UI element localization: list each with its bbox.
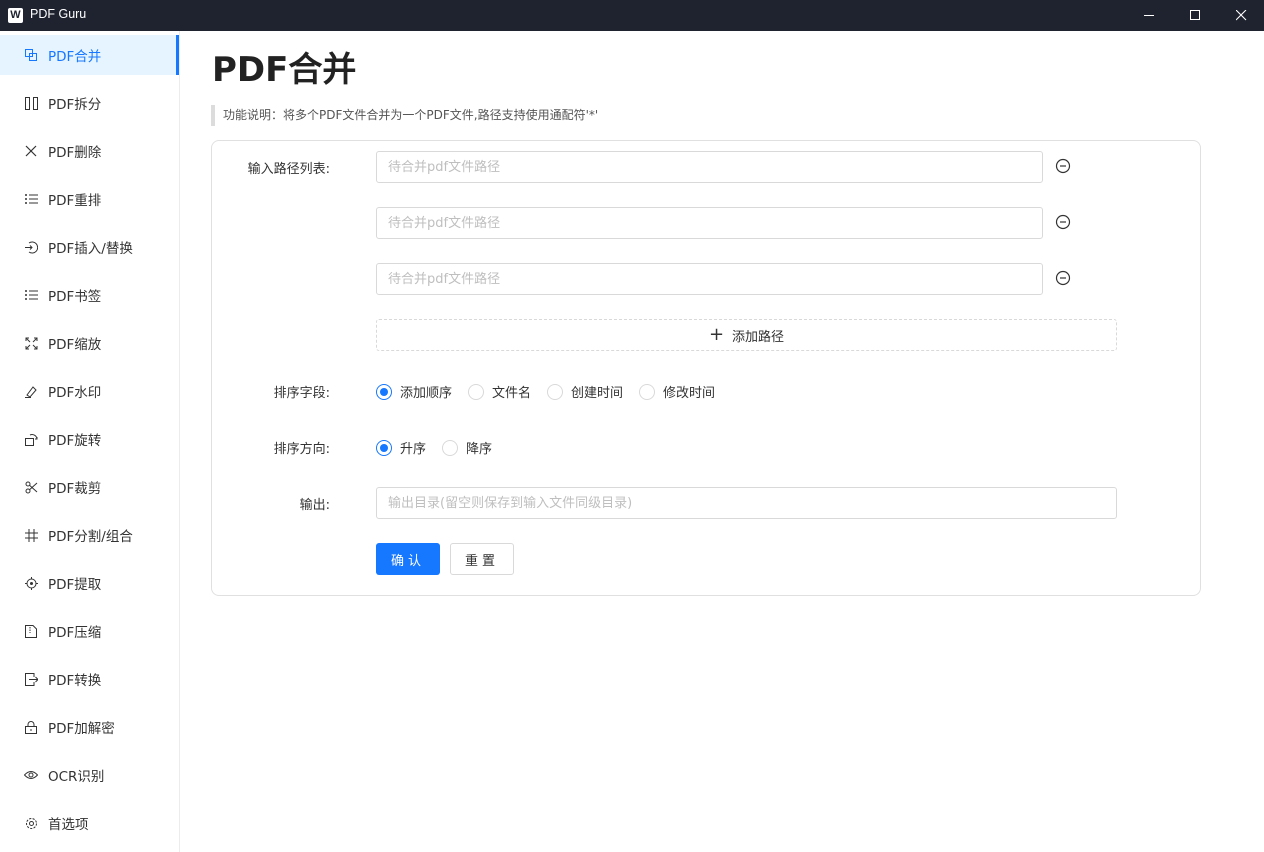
gear-icon (24, 816, 38, 830)
plus-icon: + (708, 324, 725, 345)
insert-icon (24, 240, 38, 254)
sidebar-item-split[interactable]: PDF拆分 (0, 83, 179, 123)
remove-path-1-icon[interactable] (1055, 158, 1071, 174)
sidebar-item-insert[interactable]: PDF插入/替换 (0, 227, 179, 267)
window-title: PDF Guru (30, 7, 87, 21)
sidebar-item-ocr[interactable]: OCR识别 (0, 755, 179, 795)
page-title: PDF合并 (212, 50, 357, 90)
sidebar-item-label: PDF合并 (48, 49, 102, 65)
export-icon (24, 672, 38, 686)
sidebar-item-label: PDF提取 (48, 577, 102, 593)
sidebar-item-label: 首选项 (48, 817, 89, 833)
sidebar-item-label: PDF压缩 (48, 625, 102, 641)
output-directory-field[interactable] (376, 487, 1117, 519)
radio-label: 文件名 (492, 386, 532, 401)
radio-unchecked-icon (442, 439, 459, 456)
input-path-field-2[interactable] (376, 207, 1043, 239)
sidebar-item-label: OCR识别 (48, 769, 105, 785)
sidebar-item-delete[interactable]: PDF删除 (0, 131, 179, 171)
radio-checked-icon (376, 383, 392, 400)
sort-field-radio-group: 添加顺序 文件名 创建时间 修改时间 (376, 382, 731, 401)
remove-path-2-icon[interactable] (1055, 214, 1071, 230)
watermark-pen-icon (24, 384, 38, 398)
sort-field-label: 排序字段: (273, 386, 330, 401)
title-bar: W PDF Guru (0, 0, 1264, 31)
sidebar-item-watermark[interactable]: PDF水印 (0, 371, 179, 411)
sidebar-item-label: PDF拆分 (48, 97, 102, 113)
scissors-icon (24, 480, 38, 494)
radio-unchecked-icon (639, 383, 656, 400)
sidebar-item-preferences[interactable]: 首选项 (0, 803, 179, 843)
sidebar-item-reorder[interactable]: PDF重排 (0, 179, 179, 219)
delete-x-icon (24, 144, 38, 158)
maximize-icon (1189, 10, 1200, 20)
confirm-button[interactable]: 确认 (376, 543, 440, 575)
sidebar-item-label: PDF旋转 (48, 433, 102, 449)
radio-unchecked-icon (468, 383, 485, 400)
sidebar-item-label: PDF书签 (48, 289, 102, 305)
sort-direction-option-asc[interactable]: 升序 (376, 438, 426, 457)
radio-label: 升序 (400, 442, 427, 457)
sort-field-option-modified[interactable]: 修改时间 (639, 382, 715, 401)
sidebar-item-label: PDF加解密 (48, 721, 115, 737)
sidebar-item-label: PDF水印 (48, 385, 102, 401)
minimize-icon (1143, 15, 1154, 16)
add-path-label: 添加路径 (732, 329, 785, 345)
sidebar-item-label: PDF重排 (48, 193, 102, 209)
sort-field-option-created[interactable]: 创建时间 (547, 382, 623, 401)
merge-icon (24, 48, 38, 62)
sort-direction-label: 排序方向: (273, 442, 330, 457)
sort-direction-option-desc[interactable]: 降序 (442, 438, 492, 457)
reset-button[interactable]: 重置 (450, 543, 514, 575)
radio-label: 降序 (466, 442, 493, 457)
sort-field-option-add-order[interactable]: 添加顺序 (376, 382, 452, 401)
bookmark-list-icon (24, 288, 38, 302)
remove-path-3-icon[interactable] (1055, 270, 1071, 286)
sidebar-item-crop[interactable]: PDF裁剪 (0, 467, 179, 507)
sidebar-item-rotate[interactable]: PDF旋转 (0, 419, 179, 459)
sidebar-item-split-combine[interactable]: PDF分割/组合 (0, 515, 179, 555)
sidebar-item-label: PDF插入/替换 (48, 241, 133, 257)
lock-icon (24, 720, 38, 734)
sort-direction-radio-group: 升序 降序 (376, 438, 508, 457)
sidebar-item-merge[interactable]: PDF合并 (0, 35, 179, 75)
compress-file-icon (24, 624, 38, 638)
minimize-button[interactable] (1126, 0, 1172, 31)
target-icon (24, 576, 38, 590)
input-path-field-3[interactable] (376, 263, 1043, 295)
function-description: 功能说明：将多个PDF文件合并为一个PDF文件,路径支持使用通配符'*' (211, 105, 598, 126)
scale-icon (24, 336, 38, 350)
input-list-label: 输入路径列表: (247, 162, 330, 177)
radio-label: 创建时间 (571, 386, 624, 401)
grid-hash-icon (24, 528, 38, 542)
radio-label: 添加顺序 (400, 386, 453, 401)
sidebar-item-extract[interactable]: PDF提取 (0, 563, 179, 603)
radio-unchecked-icon (547, 383, 564, 400)
input-path-field-1[interactable] (376, 151, 1043, 183)
app-logo: W (8, 8, 23, 23)
sidebar-item-convert[interactable]: PDF转换 (0, 659, 179, 699)
sidebar-item-label: PDF裁剪 (48, 481, 102, 497)
sidebar-item-label: PDF删除 (48, 145, 102, 161)
add-path-button[interactable]: + 添加路径 (376, 319, 1117, 351)
sidebar-item-label: PDF转换 (48, 673, 102, 689)
sort-field-option-filename[interactable]: 文件名 (468, 382, 531, 401)
sidebar-item-bookmark[interactable]: PDF书签 (0, 275, 179, 315)
eye-icon (24, 768, 38, 782)
close-button[interactable] (1218, 0, 1264, 31)
sidebar-item-label: PDF分割/组合 (48, 529, 133, 545)
output-label: 输出: (299, 498, 330, 513)
sidebar-item-encrypt[interactable]: PDF加解密 (0, 707, 179, 747)
sidebar-item-compress[interactable]: PDF压缩 (0, 611, 179, 651)
rotate-icon (24, 432, 38, 446)
sidebar-item-label: PDF缩放 (48, 337, 102, 353)
radio-checked-icon (376, 439, 392, 456)
split-icon (24, 96, 38, 110)
sidebar: PDF合并 PDF拆分 PDF删除 PDF重排 PDF插入/替换 PDF书签 P… (0, 31, 180, 852)
close-icon (1235, 10, 1246, 21)
radio-label: 修改时间 (663, 386, 716, 401)
reorder-list-icon (24, 192, 38, 206)
sidebar-item-scale[interactable]: PDF缩放 (0, 323, 179, 363)
maximize-button[interactable] (1172, 0, 1218, 31)
